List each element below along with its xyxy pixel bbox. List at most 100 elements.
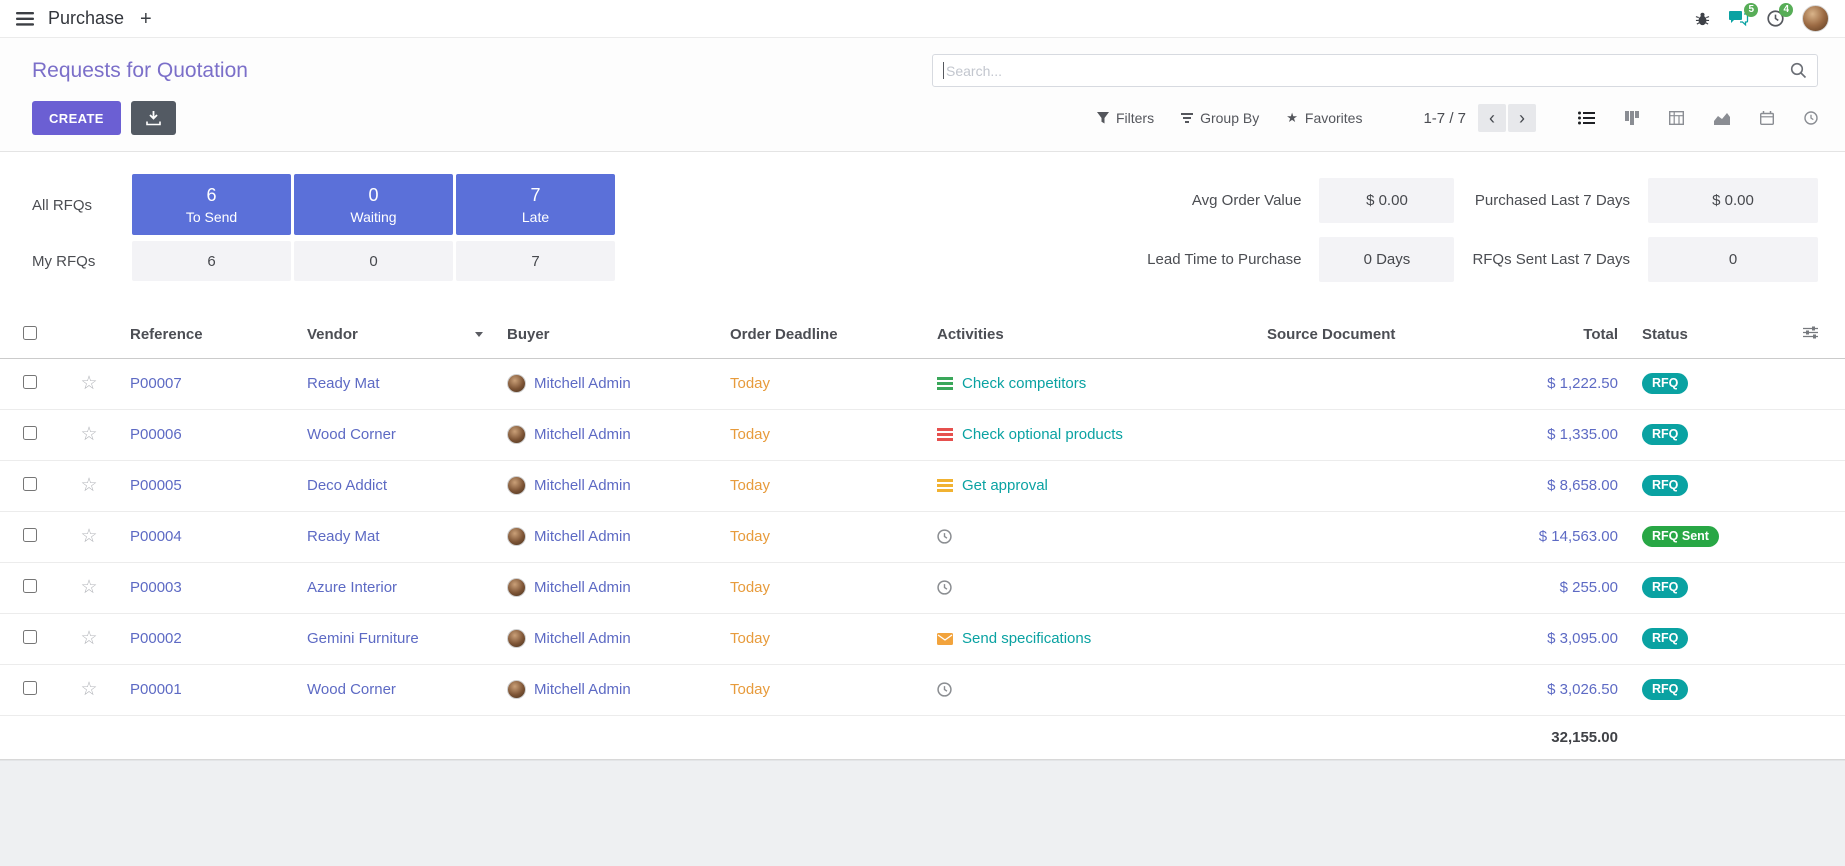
schedule-activity-clock-icon xyxy=(937,580,952,595)
reference-link[interactable]: P00005 xyxy=(130,477,182,494)
favorite-star-icon[interactable]: ☆ xyxy=(80,628,97,649)
column-header-source-document[interactable]: Source Document xyxy=(1255,312,1510,358)
favorite-star-icon[interactable]: ☆ xyxy=(80,526,97,547)
column-header-order-deadline[interactable]: Order Deadline xyxy=(718,312,925,358)
list-view-icon[interactable] xyxy=(1578,111,1595,125)
pivot-view-icon[interactable] xyxy=(1669,111,1684,125)
pager-next-button[interactable]: › xyxy=(1508,104,1536,132)
activity-cell[interactable]: Send specifications xyxy=(937,630,1243,647)
activity-cell[interactable]: Check competitors xyxy=(937,375,1243,392)
reference-link[interactable]: P00001 xyxy=(130,681,182,698)
rfq-table: Reference Vendor Buyer Order Deadline Ac… xyxy=(0,312,1845,760)
group-by-button[interactable]: Group By xyxy=(1181,110,1259,126)
total-amount: $ 8,658.00 xyxy=(1510,460,1630,511)
status-badge: RFQ xyxy=(1642,424,1688,445)
buyer-link[interactable]: Mitchell Admin xyxy=(534,630,631,647)
order-deadline-text: Today xyxy=(730,579,770,596)
search-input[interactable] xyxy=(946,63,1790,79)
reference-link[interactable]: P00002 xyxy=(130,630,182,647)
search-bar[interactable] xyxy=(932,54,1818,87)
column-header-buyer[interactable]: Buyer xyxy=(495,312,718,358)
row-checkbox[interactable] xyxy=(23,528,37,542)
search-icon[interactable] xyxy=(1790,62,1807,79)
column-header-total[interactable]: Total xyxy=(1510,312,1630,358)
row-checkbox[interactable] xyxy=(23,426,37,440)
activity-view-icon[interactable] xyxy=(1804,111,1818,125)
graph-view-icon[interactable] xyxy=(1714,112,1730,125)
calendar-view-icon[interactable] xyxy=(1760,111,1774,125)
activity-cell[interactable] xyxy=(937,682,1243,697)
apps-menu-icon[interactable] xyxy=(16,12,34,26)
favorite-star-icon[interactable]: ☆ xyxy=(80,577,97,598)
total-amount: $ 1,222.50 xyxy=(1510,358,1630,409)
reference-link[interactable]: P00006 xyxy=(130,426,182,443)
optional-columns-icon[interactable] xyxy=(1775,312,1845,358)
select-all-checkbox[interactable] xyxy=(23,326,37,340)
column-header-reference[interactable]: Reference xyxy=(118,312,295,358)
favorites-button[interactable]: ★ Favorites xyxy=(1286,110,1362,126)
vendor-link[interactable]: Ready Mat xyxy=(307,375,380,392)
vendor-link[interactable]: Ready Mat xyxy=(307,528,380,545)
table-row[interactable]: ☆ P00002 Gemini Furniture Mitchell Admin… xyxy=(0,613,1845,664)
buyer-link[interactable]: Mitchell Admin xyxy=(534,579,631,596)
activity-cell[interactable] xyxy=(937,529,1243,544)
vendor-link[interactable]: Wood Corner xyxy=(307,426,396,443)
my-late[interactable]: 7 xyxy=(456,241,615,281)
my-waiting[interactable]: 0 xyxy=(294,241,453,281)
vendor-link[interactable]: Gemini Furniture xyxy=(307,630,419,647)
favorite-star-icon[interactable]: ☆ xyxy=(80,679,97,700)
table-row[interactable]: ☆ P00007 Ready Mat Mitchell Admin Today … xyxy=(0,358,1845,409)
vendor-link[interactable]: Deco Addict xyxy=(307,477,387,494)
buyer-link[interactable]: Mitchell Admin xyxy=(534,681,631,698)
row-checkbox[interactable] xyxy=(23,681,37,695)
kpi-late[interactable]: 7 Late xyxy=(456,174,615,235)
avg-order-value: $ 0.00 xyxy=(1319,178,1454,223)
my-to-send[interactable]: 6 xyxy=(132,241,291,281)
activity-cell[interactable]: Get approval xyxy=(937,477,1243,494)
table-row[interactable]: ☆ P00006 Wood Corner Mitchell Admin Toda… xyxy=(0,409,1845,460)
page-title: Requests for Quotation xyxy=(32,59,248,83)
table-row[interactable]: ☆ P00005 Deco Addict Mitchell Admin Toda… xyxy=(0,460,1845,511)
activity-cell[interactable] xyxy=(937,580,1243,595)
buyer-link[interactable]: Mitchell Admin xyxy=(534,375,631,392)
column-header-vendor[interactable]: Vendor xyxy=(295,312,495,358)
column-header-status[interactable]: Status xyxy=(1630,312,1775,358)
order-deadline-text: Today xyxy=(730,630,770,647)
messages-icon[interactable]: 5 xyxy=(1728,10,1749,27)
row-checkbox[interactable] xyxy=(23,477,37,491)
activities-clock-icon[interactable]: 4 xyxy=(1767,10,1784,27)
favorite-star-icon[interactable]: ☆ xyxy=(80,373,97,394)
reference-link[interactable]: P00004 xyxy=(130,528,182,545)
buyer-link[interactable]: Mitchell Admin xyxy=(534,426,631,443)
favorite-star-icon[interactable]: ☆ xyxy=(80,424,97,445)
pager-previous-button[interactable]: ‹ xyxy=(1478,104,1506,132)
debug-bug-icon[interactable] xyxy=(1695,11,1710,26)
filters-button[interactable]: Filters xyxy=(1097,110,1154,126)
reference-link[interactable]: P00007 xyxy=(130,375,182,392)
kpi-waiting[interactable]: 0 Waiting xyxy=(294,174,453,235)
row-checkbox[interactable] xyxy=(23,579,37,593)
activity-cell[interactable]: Check optional products xyxy=(937,426,1243,443)
table-row[interactable]: ☆ P00001 Wood Corner Mitchell Admin Toda… xyxy=(0,664,1845,715)
user-avatar[interactable] xyxy=(1802,5,1829,32)
buyer-link[interactable]: Mitchell Admin xyxy=(534,477,631,494)
kpi-to-send[interactable]: 6 To Send xyxy=(132,174,291,235)
kanban-view-icon[interactable] xyxy=(1625,111,1639,125)
app-name[interactable]: Purchase xyxy=(48,8,124,29)
top-navbar: Purchase + 5 4 xyxy=(0,0,1845,38)
activity-label: Get approval xyxy=(962,477,1048,494)
column-header-activities[interactable]: Activities xyxy=(925,312,1255,358)
favorite-star-icon[interactable]: ☆ xyxy=(80,475,97,496)
buyer-link[interactable]: Mitchell Admin xyxy=(534,528,631,545)
vendor-link[interactable]: Wood Corner xyxy=(307,681,396,698)
table-row[interactable]: ☆ P00004 Ready Mat Mitchell Admin Today … xyxy=(0,511,1845,562)
row-checkbox[interactable] xyxy=(23,375,37,389)
reference-link[interactable]: P00003 xyxy=(130,579,182,596)
create-button[interactable]: CREATE xyxy=(32,101,121,135)
plus-icon[interactable]: + xyxy=(140,9,152,29)
row-checkbox[interactable] xyxy=(23,630,37,644)
table-row[interactable]: ☆ P00003 Azure Interior Mitchell Admin T… xyxy=(0,562,1845,613)
status-badge: RFQ xyxy=(1642,577,1688,598)
vendor-link[interactable]: Azure Interior xyxy=(307,579,397,596)
export-button[interactable] xyxy=(131,101,176,135)
